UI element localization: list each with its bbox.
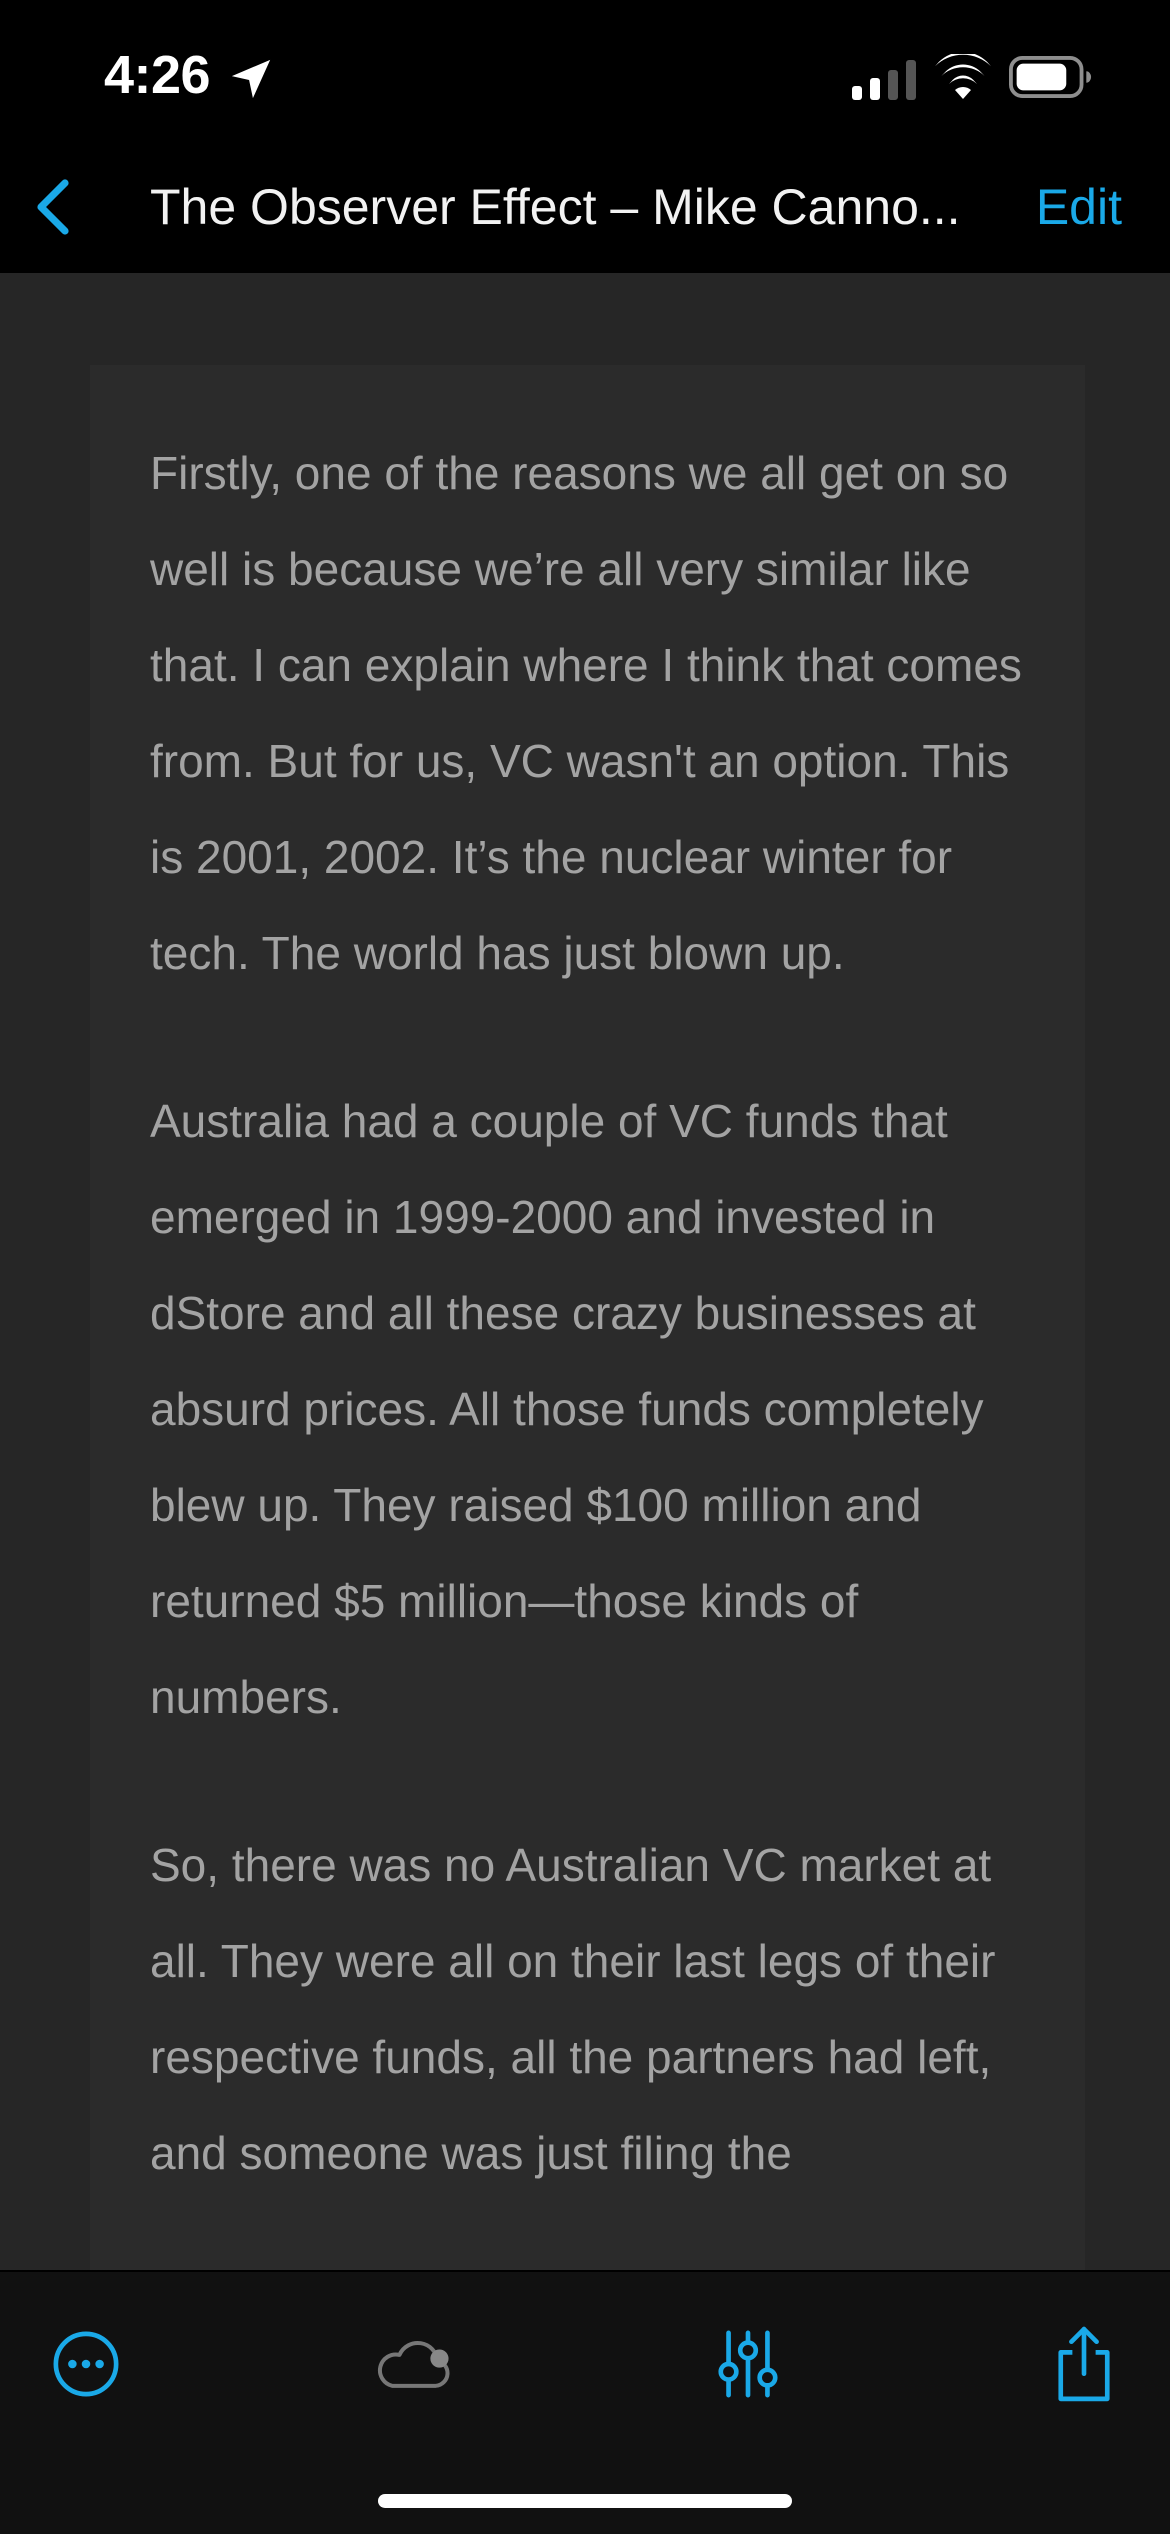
navigation-bar: The Observer Effect – Mike Canno... Edit xyxy=(0,150,1170,273)
article-paragraph: So, there was no Australian VC market at… xyxy=(150,1839,996,2179)
cloud-icon xyxy=(377,2341,450,2388)
share-icon xyxy=(1058,2326,1110,2402)
document-title: The Observer Effect – Mike Canno... xyxy=(150,179,961,235)
article-paragraph: Firstly, one of the reasons we all get o… xyxy=(150,447,1022,979)
article-card: Firstly, one of the reasons we all get o… xyxy=(90,365,1085,2270)
location-arrow-icon xyxy=(231,59,271,99)
bottom-toolbar xyxy=(0,2270,1170,2534)
sync-button[interactable] xyxy=(374,2324,454,2404)
battery-icon xyxy=(1009,56,1092,98)
article-paragraph: Australia had a couple of VC funds that … xyxy=(150,1095,984,1723)
text-settings-button[interactable] xyxy=(708,2324,788,2404)
share-button[interactable] xyxy=(1044,2324,1124,2404)
more-icon xyxy=(53,2331,119,2397)
more-button[interactable] xyxy=(46,2324,126,2404)
status-bar: 4:26 xyxy=(0,0,1170,150)
status-time: 4:26 xyxy=(104,45,211,105)
home-indicator xyxy=(378,2494,792,2508)
back-button[interactable] xyxy=(18,172,88,242)
edit-button[interactable]: Edit xyxy=(1036,176,1122,238)
chevron-left-icon xyxy=(37,179,69,235)
adjustments-icon xyxy=(718,2330,778,2398)
cellular-signal-icon xyxy=(852,60,916,100)
wifi-icon xyxy=(935,54,991,99)
reader-content[interactable]: Firstly, one of the reasons we all get o… xyxy=(0,273,1170,2270)
article-body: Firstly, one of the reasons we all get o… xyxy=(150,425,1050,2270)
